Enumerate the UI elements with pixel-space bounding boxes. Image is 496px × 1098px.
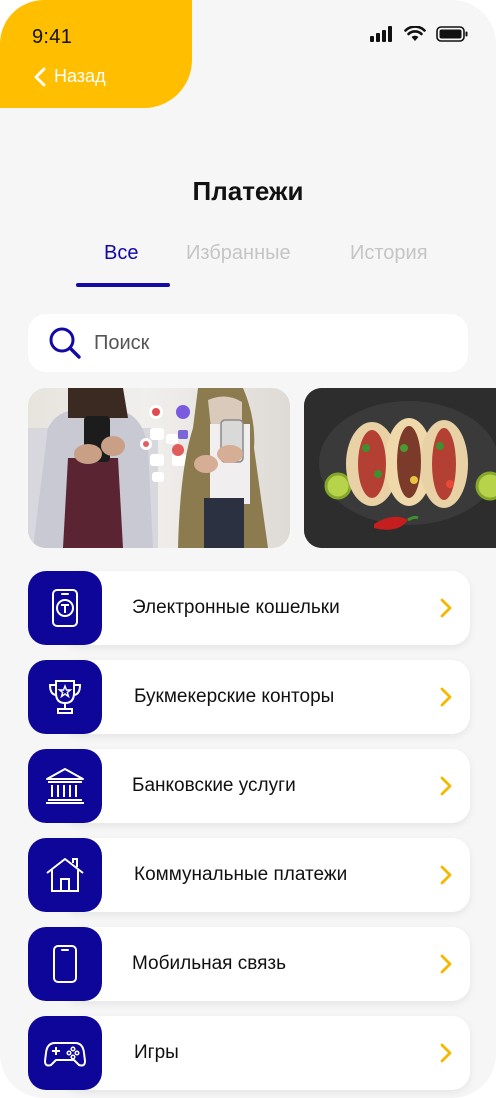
category-icon-box bbox=[28, 749, 102, 823]
category-row-utilities[interactable]: Коммунальные платежи bbox=[28, 838, 470, 912]
trophy-icon bbox=[48, 680, 82, 714]
tacos-food-image bbox=[304, 388, 496, 548]
category-label: Коммунальные платежи bbox=[134, 864, 348, 885]
back-button[interactable]: Назад bbox=[34, 66, 106, 87]
chevron-right-icon bbox=[440, 865, 452, 885]
back-label: Назад bbox=[54, 66, 106, 86]
signal-icon bbox=[370, 26, 392, 42]
category-icon-box bbox=[28, 660, 102, 734]
category-label: Электронные кошельки bbox=[132, 597, 340, 618]
people-with-phones-image bbox=[28, 388, 268, 548]
category-row-banking[interactable]: Банковские услуги bbox=[28, 749, 470, 823]
chevron-right-icon bbox=[440, 598, 452, 618]
category-row-e-wallets[interactable]: Электронные кошельки bbox=[28, 571, 470, 645]
chevron-right-icon bbox=[440, 954, 452, 974]
battery-icon bbox=[436, 26, 468, 42]
banner-tacos-food[interactable] bbox=[304, 388, 496, 548]
category-icon-box bbox=[28, 571, 102, 645]
bank-icon bbox=[46, 768, 84, 804]
wifi-icon bbox=[404, 26, 426, 41]
chevron-right-icon bbox=[440, 776, 452, 796]
category-label: Игры bbox=[134, 1042, 179, 1063]
chevron-right-icon bbox=[440, 687, 452, 707]
mobile-phone-icon bbox=[53, 945, 77, 983]
gamepad-icon bbox=[44, 1042, 86, 1067]
category-icon-box bbox=[28, 1016, 102, 1090]
chevron-right-icon bbox=[440, 1043, 452, 1063]
category-row-bookmakers[interactable]: Букмекерские конторы bbox=[28, 660, 470, 734]
chevron-left-icon bbox=[34, 67, 46, 86]
category-card bbox=[62, 1016, 470, 1090]
tab-all[interactable]: Все bbox=[104, 242, 138, 265]
category-row-mobile[interactable]: Мобильная связь bbox=[28, 927, 470, 1001]
page-title: Платежи bbox=[192, 176, 304, 206]
banner-people-with-phones[interactable] bbox=[28, 388, 290, 548]
wallet-phone-icon bbox=[52, 589, 78, 627]
tab-active-indicator bbox=[76, 283, 170, 287]
header-yellow-shape bbox=[0, 0, 192, 108]
category-icon-box bbox=[28, 838, 102, 912]
search-input[interactable] bbox=[94, 331, 434, 355]
tab-history[interactable]: История bbox=[350, 242, 428, 265]
category-row-games[interactable]: Игры bbox=[28, 1016, 470, 1090]
category-label: Мобильная связь bbox=[132, 953, 286, 974]
search-icon bbox=[49, 327, 81, 359]
category-label: Букмекерские конторы bbox=[134, 686, 335, 707]
search-bar[interactable] bbox=[28, 314, 468, 372]
tab-favorites[interactable]: Избранные bbox=[186, 242, 291, 265]
category-label: Банковские услуги bbox=[132, 775, 296, 796]
status-time: 9:41 bbox=[32, 26, 73, 48]
status-icons bbox=[370, 26, 468, 42]
house-icon bbox=[46, 858, 84, 892]
category-icon-box bbox=[28, 927, 102, 1001]
tab-bar: Все Избранные История bbox=[0, 242, 496, 292]
phone-screen: 9:41 Назад Платежи Все Избранные История bbox=[0, 0, 496, 1098]
